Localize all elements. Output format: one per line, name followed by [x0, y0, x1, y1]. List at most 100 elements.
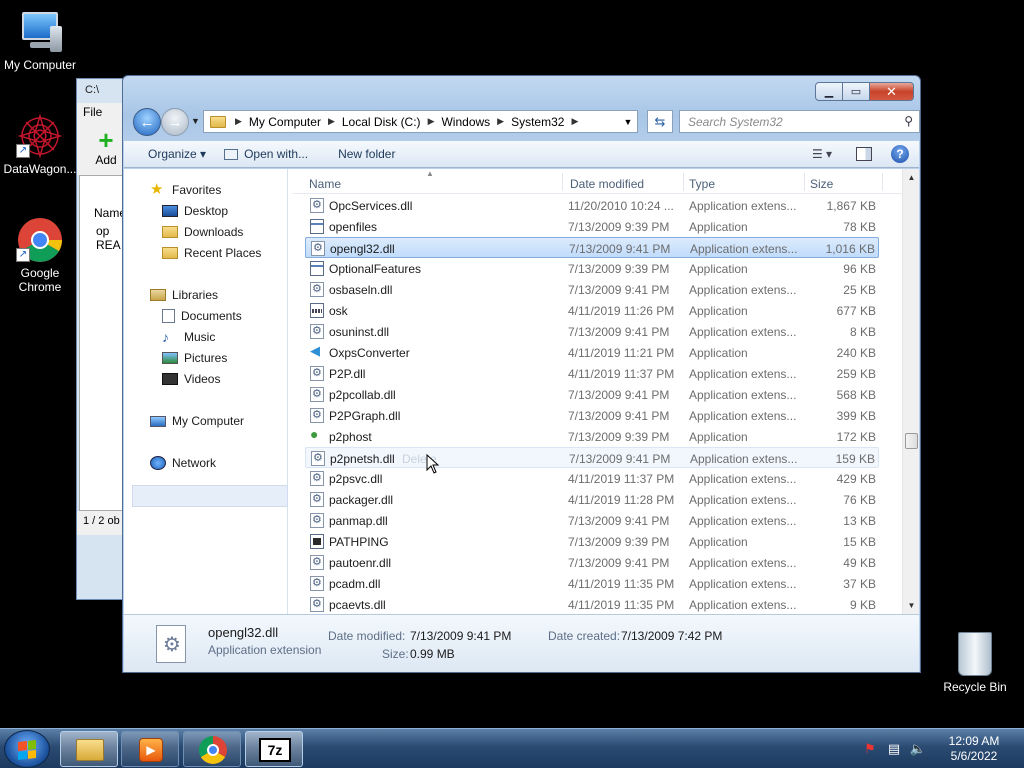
- vertical-scrollbar[interactable]: ▲ ▼: [902, 169, 919, 614]
- column-name[interactable]: Name: [309, 177, 341, 191]
- file-row[interactable]: opengl32.dll 7/13/2009 9:41 PM Application…: [305, 237, 879, 258]
- action-center-icon[interactable]: ⚑: [862, 741, 878, 757]
- file-row[interactable]: panmap.dll 7/13/2009 9:41 PM Application e…: [305, 510, 879, 531]
- scroll-down-icon[interactable]: ▼: [903, 597, 920, 614]
- chevron-right-icon[interactable]: ▶: [325, 116, 338, 127]
- open-with-button[interactable]: Open with...: [218, 147, 320, 161]
- chevron-right-icon[interactable]: ▶: [425, 116, 438, 127]
- network-tray-icon[interactable]: ▤: [886, 741, 902, 757]
- address-bar[interactable]: ▶ My Computer ▶ Local Disk (C:) ▶ Window…: [203, 110, 638, 133]
- file-row[interactable]: OptionalFeatures 7/13/2009 9:39 PM Applica…: [305, 258, 879, 279]
- taskbar-media-player-button[interactable]: ▶: [121, 731, 179, 767]
- file-row[interactable]: osk 4/11/2019 11:26 PM Application 677 KB: [305, 300, 879, 321]
- breadcrumb-windows[interactable]: Windows: [437, 115, 494, 129]
- taskbar-7zip-button[interactable]: 7z: [245, 731, 303, 767]
- file-size: 677 KB: [836, 304, 876, 318]
- file-date: 7/13/2009 9:41 PM: [568, 514, 670, 528]
- desktop-icon-datawagon[interactable]: ↗ DataWagon...: [0, 112, 80, 176]
- file-list[interactable]: ▲ Name Date modified Type Size OpcServic…: [292, 169, 902, 614]
- file-name: P2P.dll: [329, 367, 366, 381]
- desktop-icon: [162, 205, 178, 217]
- nav-pictures[interactable]: Pictures: [162, 351, 227, 365]
- nav-network[interactable]: Network: [150, 456, 216, 470]
- desktop-icon-recycle-bin[interactable]: Recycle Bin: [935, 632, 1015, 694]
- file-date: 7/13/2009 9:39 PM: [568, 430, 670, 444]
- back-button[interactable]: ←: [133, 108, 161, 136]
- view-options-icon[interactable]: ☰ ▾: [811, 145, 833, 163]
- volume-icon[interactable]: 🔈: [910, 741, 926, 757]
- file-row[interactable]: OpcServices.dll 11/20/2010 10:24 ... Appli…: [305, 195, 879, 216]
- file-row[interactable]: pautoenr.dll 7/13/2009 9:41 PM Application…: [305, 552, 879, 573]
- scroll-thumb[interactable]: [905, 433, 918, 449]
- file-row[interactable]: p2pcollab.dll 7/13/2009 9:41 PM Applicatio…: [305, 384, 879, 405]
- file-row[interactable]: osbaseln.dll 7/13/2009 9:41 PM Application…: [305, 279, 879, 300]
- file-size: 13 KB: [843, 514, 876, 528]
- nav-my-computer[interactable]: My Computer: [150, 414, 244, 428]
- file-row[interactable]: pcaevts.dll 4/11/2019 11:35 PM Application…: [305, 594, 879, 614]
- preview-pane-icon[interactable]: [853, 145, 875, 163]
- taskbar-explorer-button[interactable]: [60, 731, 118, 767]
- file-row[interactable]: PATHPING 7/13/2009 9:39 PM Application 15 K…: [305, 531, 879, 552]
- details-file-type: Application extension: [208, 643, 322, 657]
- forward-button[interactable]: →: [161, 108, 189, 136]
- close-button[interactable]: ✕: [870, 82, 914, 101]
- file-row[interactable]: p2pnetsh.dll 7/13/2009 9:41 PM Application…: [305, 447, 879, 474]
- minimize-button[interactable]: ▁: [815, 82, 843, 101]
- breadcrumb-system32[interactable]: System32: [507, 115, 568, 129]
- file-size: 399 KB: [836, 409, 876, 423]
- taskbar-chrome-button[interactable]: [183, 731, 241, 767]
- file-date: 11/20/2010 10:24 ...: [568, 199, 674, 213]
- file-row[interactable]: packager.dll 4/11/2019 11:28 PM Applicatio…: [305, 489, 879, 510]
- help-icon[interactable]: ?: [891, 145, 909, 163]
- refresh-button[interactable]: ⇆: [647, 110, 673, 133]
- start-button[interactable]: [4, 730, 50, 768]
- file-row[interactable]: openfiles 7/13/2009 9:39 PM Application 78 …: [305, 216, 879, 237]
- chevron-right-icon[interactable]: ▶: [568, 116, 581, 127]
- chevron-right-icon[interactable]: ▶: [232, 116, 245, 127]
- address-dropdown-icon[interactable]: ▼: [619, 117, 637, 127]
- chevron-right-icon[interactable]: ▶: [494, 116, 507, 127]
- nav-favorites[interactable]: ★ Favorites: [150, 182, 221, 197]
- nav-recent-places[interactable]: Recent Places: [162, 246, 261, 260]
- file-row[interactable]: OxpsConverter 4/11/2019 11:21 PM Applicati…: [305, 342, 879, 363]
- minimize-icon: ▁: [824, 86, 834, 98]
- file-row[interactable]: p2phost 7/13/2009 9:39 PM Application 172 K…: [305, 426, 879, 447]
- recent-pages-dropdown[interactable]: ▼: [191, 116, 200, 126]
- file-size: 172 KB: [836, 430, 876, 444]
- details-modified-label: Date modified:: [328, 629, 406, 643]
- desktop-icon-google-chrome[interactable]: ↗ Google Chrome: [0, 216, 80, 294]
- desktop-icon-label: DataWagon...: [3, 162, 77, 176]
- file-row[interactable]: p2psvc.dll 4/11/2019 11:37 PM Application …: [305, 468, 879, 489]
- explorer-window[interactable]: ▁ ▭ ✕ ← → ▼ ▶ My Computer ▶ Local Disk (…: [122, 75, 921, 673]
- maximize-button[interactable]: ▭: [843, 82, 870, 101]
- file-row[interactable]: P2PGraph.dll 7/13/2009 9:41 PM Application…: [305, 405, 879, 426]
- column-date-modified[interactable]: Date modified: [570, 177, 644, 191]
- new-folder-button[interactable]: New folder: [320, 147, 407, 161]
- file-date: 4/11/2019 11:35 PM: [568, 577, 675, 591]
- file-row[interactable]: P2P.dll 4/11/2019 11:37 PM Application ext…: [305, 363, 879, 384]
- column-size[interactable]: Size: [810, 177, 833, 191]
- breadcrumb-my-computer[interactable]: My Computer: [245, 115, 325, 129]
- dll-file-icon: [310, 576, 324, 591]
- breadcrumb-local-disk[interactable]: Local Disk (C:): [338, 115, 425, 129]
- organize-button[interactable]: Organize ▾: [124, 147, 218, 161]
- column-type[interactable]: Type: [689, 177, 715, 191]
- file-row[interactable]: osuninst.dll 7/13/2009 9:41 PM Application…: [305, 321, 879, 342]
- nav-music[interactable]: ♪ Music: [162, 330, 215, 344]
- file-size: 9 KB: [849, 598, 876, 612]
- scroll-up-icon[interactable]: ▲: [903, 169, 920, 186]
- my-computer-icon: [16, 8, 64, 56]
- nav-desktop[interactable]: Desktop: [162, 204, 228, 218]
- nav-downloads[interactable]: Downloads: [162, 225, 243, 239]
- arrow-left-icon: ←: [139, 113, 155, 131]
- file-type: Application extens...: [690, 242, 798, 256]
- search-icon[interactable]: ⚲: [904, 114, 913, 128]
- nav-videos[interactable]: Videos: [162, 372, 220, 386]
- nav-documents[interactable]: Documents: [162, 309, 242, 323]
- file-row[interactable]: pcadm.dll 4/11/2019 11:35 PM Application e…: [305, 573, 879, 594]
- desktop-icon-my-computer[interactable]: My Computer: [0, 8, 80, 72]
- clock-time: 12:09 AM: [948, 734, 1000, 748]
- taskbar-clock[interactable]: 12:09 AM 5/6/2022: [938, 734, 1010, 764]
- nav-libraries[interactable]: Libraries: [150, 288, 218, 302]
- search-input[interactable]: Search System32 ⚲: [679, 110, 920, 133]
